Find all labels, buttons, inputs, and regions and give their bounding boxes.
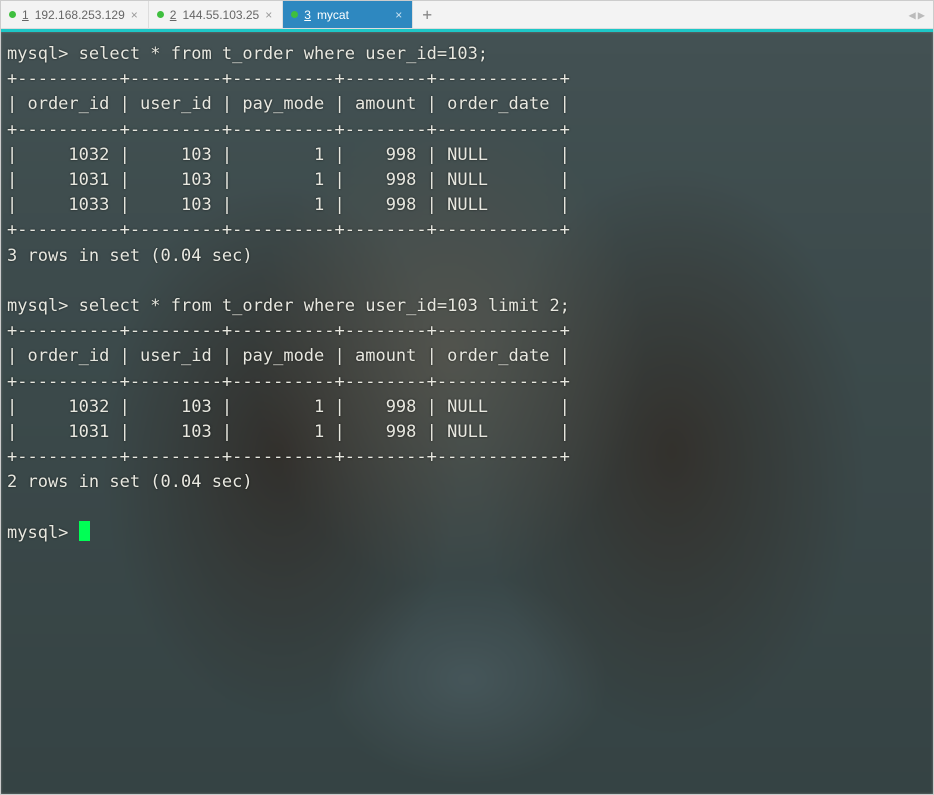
tab-index: 1 (22, 8, 29, 22)
terminal-output: mysql> select * from t_order where user_… (1, 32, 933, 794)
terminal-cursor (79, 521, 90, 541)
close-icon[interactable]: × (395, 8, 402, 22)
tab-index: 2 (170, 8, 177, 22)
tab-label: mycat (317, 8, 349, 22)
tab-192-168-253-129[interactable]: 1 192.168.253.129 × (1, 1, 149, 28)
tab-mycat[interactable]: 3 mycat × (283, 1, 413, 28)
close-icon[interactable]: × (131, 8, 138, 22)
tab-index: 3 (304, 8, 311, 22)
tab-label: 144.55.103.25 (182, 8, 259, 22)
chevron-right-icon: ▶ (918, 8, 925, 22)
new-tab-button[interactable]: + (413, 1, 441, 28)
close-icon[interactable]: × (265, 8, 272, 22)
tabs-container: 1 192.168.253.129×2 144.55.103.25×3 myca… (1, 1, 413, 28)
tab-label: 192.168.253.129 (35, 8, 125, 22)
chevron-left-icon: ◀ (909, 8, 916, 22)
terminal-pane[interactable]: mysql> select * from t_order where user_… (1, 32, 933, 794)
app-window: 1 192.168.253.129×2 144.55.103.25×3 myca… (0, 0, 934, 795)
tab-144-55-103-25[interactable]: 2 144.55.103.25 × (149, 1, 283, 28)
tab-nav-arrows[interactable]: ◀ ▶ (901, 1, 933, 28)
status-dot-icon (9, 11, 16, 18)
status-dot-icon (157, 11, 164, 18)
tab-bar: 1 192.168.253.129×2 144.55.103.25×3 myca… (1, 1, 933, 29)
status-dot-icon (291, 11, 298, 18)
